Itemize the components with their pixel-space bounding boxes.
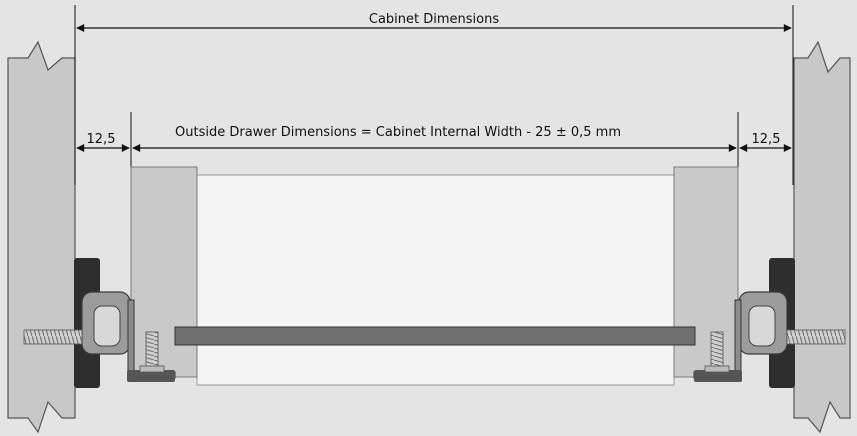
right-drawer-screw-head bbox=[704, 365, 730, 373]
outside-drawer-dimensions-label: Outside Drawer Dimensions = Cabinet Inte… bbox=[175, 125, 621, 140]
right-gap-label: 12,5 bbox=[752, 132, 781, 147]
drawer-slide-diagram: Cabinet Dimensions Outside Drawer Dimens… bbox=[0, 0, 857, 436]
left-drawer-screw-icon bbox=[145, 331, 159, 371]
diagram-canvas: Cabinet Dimensions Outside Drawer Dimens… bbox=[7, 5, 851, 434]
right-drawer-screw-icon bbox=[710, 331, 724, 371]
right-cabinet-wall bbox=[793, 40, 851, 434]
right-wall-screw-icon bbox=[786, 329, 846, 345]
drawer-bottom-panel bbox=[174, 326, 696, 346]
left-cabinet-wall bbox=[7, 40, 76, 434]
left-drawer-screw-head bbox=[139, 365, 165, 373]
right-slide-roller bbox=[748, 305, 776, 347]
left-wall-screw-icon bbox=[23, 329, 83, 345]
drawer-back-panel bbox=[196, 174, 675, 386]
left-gap-label: 12,5 bbox=[87, 132, 116, 147]
left-slide-roller bbox=[93, 305, 121, 347]
cabinet-dimensions-label: Cabinet Dimensions bbox=[369, 12, 499, 27]
